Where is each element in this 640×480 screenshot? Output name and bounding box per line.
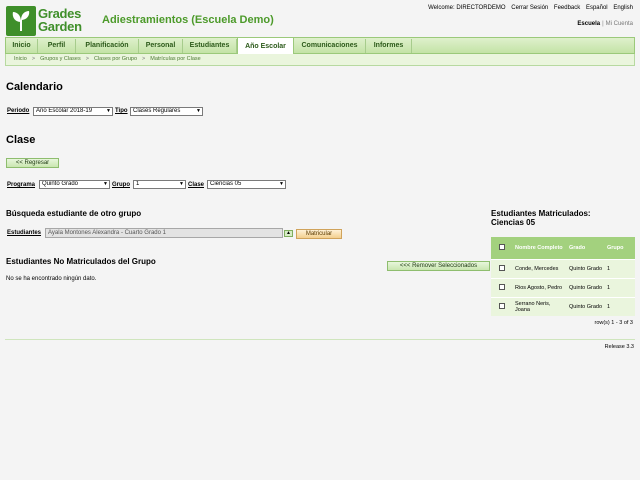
school-link[interactable]: Escuela: [577, 21, 600, 27]
breadcrumb: Inicio > Grupos y Clases > Clases por Grupo >…: [5, 54, 635, 66]
row-checkbox[interactable]: [499, 302, 505, 309]
logo-text: Grades Garden: [38, 6, 82, 34]
context-switch: Escuela | Mi Cuenta: [577, 21, 633, 27]
col-grade-header[interactable]: Grado: [567, 237, 605, 259]
empty-message: No se ha encontrado ningún dato.: [6, 276, 97, 282]
grupo-label: Grupo: [112, 182, 130, 188]
enroll-button[interactable]: Matricular: [296, 229, 342, 239]
back-button[interactable]: << Regresar: [6, 158, 59, 168]
programa-select[interactable]: Quinto Grado: [39, 180, 110, 189]
main-nav: Inicio Perfil Planificación Personal Est…: [5, 37, 635, 54]
crumb-inicio[interactable]: Inicio: [14, 56, 27, 62]
welcome-text: Welcome: DIRECTORDEMO: [428, 5, 506, 11]
nav-ano-escolar[interactable]: Año Escolar: [237, 37, 294, 54]
student-name: Conde, Mercedes: [513, 258, 567, 278]
crumb-grupos-clases[interactable]: Grupos y Clases: [40, 56, 81, 62]
release-text: Release 3.3: [604, 344, 634, 350]
select-all-checkbox[interactable]: [499, 243, 505, 250]
crumb-clases-grupo[interactable]: Clases por Grupo: [94, 56, 137, 62]
nav-personal[interactable]: Personal: [139, 39, 183, 53]
lang-es-link[interactable]: Español: [586, 5, 608, 11]
grades-garden-logo[interactable]: Grades Garden: [6, 6, 94, 36]
student-grade: Quinto Grado: [567, 296, 605, 316]
student-grade: Quinto Grado: [567, 277, 605, 297]
student-group: 1: [605, 258, 635, 278]
feedback-link[interactable]: Feedback: [554, 5, 580, 11]
lang-en-link[interactable]: English: [613, 5, 633, 11]
row-checkbox[interactable]: [499, 264, 505, 271]
expand-up-icon[interactable]: ▲: [284, 230, 293, 237]
grupo-select[interactable]: 1: [133, 180, 186, 189]
calendar-title: Calendario: [6, 81, 63, 93]
top-bar: Welcome: DIRECTORDEMO Cerrar Sesión Feed…: [424, 5, 633, 11]
programa-label: Programa: [7, 182, 36, 188]
clase-select[interactable]: Ciencias 05: [207, 180, 286, 189]
crumb-current: Matrículas por Clase: [150, 56, 201, 62]
select-all-header[interactable]: [491, 237, 513, 259]
estudiantes-label: Estudiantes: [7, 230, 42, 236]
periodo-label: Periodo: [7, 108, 30, 114]
periodo-select[interactable]: Año Escolar 2018-19: [33, 107, 113, 116]
student-group: 1: [605, 277, 635, 297]
tipo-select[interactable]: Clases Regulares: [130, 107, 203, 116]
logout-link[interactable]: Cerrar Sesión: [511, 5, 548, 11]
student-name: Rios Agosto, Pedro: [513, 277, 567, 297]
table-row: Conde, Mercedes Quinto Grado 1: [491, 258, 635, 278]
pager-text: row(s) 1 - 3 of 3: [594, 320, 633, 326]
nav-estudiantes[interactable]: Estudiantes: [183, 39, 237, 53]
student-search-input[interactable]: Ayala Montones Alexandra - Cuarto Grado …: [45, 228, 283, 238]
remove-selected-button[interactable]: <<< Remover Seleccionados: [387, 261, 490, 271]
nav-comunicaciones[interactable]: Comunicaciones: [294, 39, 366, 53]
col-group-header[interactable]: Grupo: [605, 237, 635, 259]
nav-planificacion[interactable]: Planificación: [76, 39, 139, 53]
student-name: Serrano Neris, Joana: [513, 296, 567, 316]
footer-divider: [5, 339, 635, 340]
nav-informes[interactable]: Informes: [366, 39, 412, 53]
leaf-icon: [6, 6, 36, 36]
table-row: Rios Agosto, Pedro Quinto Grado 1: [491, 277, 635, 297]
my-account-link[interactable]: Mi Cuenta: [606, 21, 633, 27]
search-title: Búsqueda estudiante de otro grupo: [6, 209, 142, 218]
student-group: 1: [605, 296, 635, 316]
clase-title: Clase: [6, 134, 36, 146]
not-enrolled-title: Estudiantes No Matriculados del Grupo: [6, 257, 156, 266]
tipo-label: Tipo: [115, 108, 128, 114]
student-grade: Quinto Grado: [567, 258, 605, 278]
clase-label: Clase: [188, 182, 205, 188]
row-checkbox[interactable]: [499, 283, 505, 290]
col-name-header[interactable]: Nombre Completo: [513, 237, 567, 259]
enrolled-table: Nombre Completo Grado Grupo Conde, Merce…: [491, 237, 635, 316]
app-title: Adiestramientos (Escuela Demo): [102, 14, 274, 26]
enrolled-title: Estudiantes Matriculados: Ciencias 05: [491, 209, 591, 227]
table-row: Serrano Neris, Joana Quinto Grado 1: [491, 296, 635, 316]
nav-perfil[interactable]: Perfil: [38, 39, 76, 53]
nav-inicio[interactable]: Inicio: [6, 39, 38, 53]
